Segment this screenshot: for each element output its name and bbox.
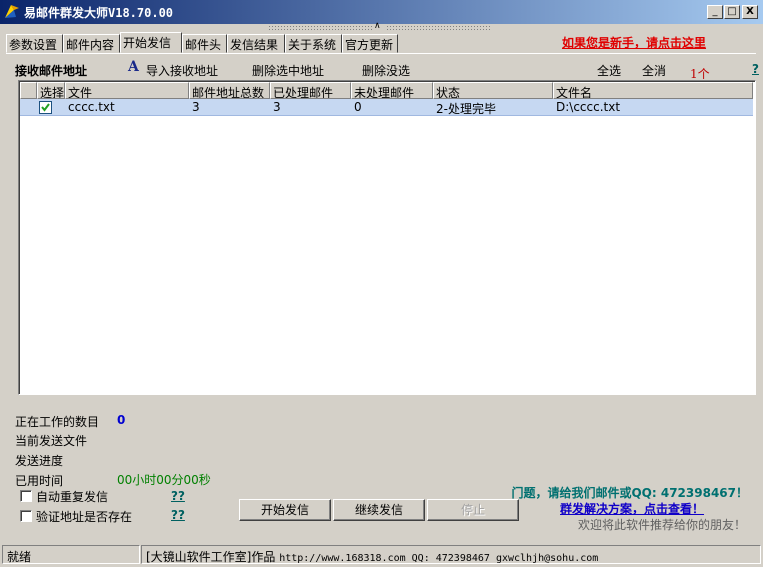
column-header-total[interactable]: 邮件地址总数 — [189, 82, 270, 99]
cell-status: 2-处理完毕 — [436, 102, 496, 116]
stop-button[interactable]: 停止 — [427, 499, 519, 521]
start-send-button[interactable]: 开始发信 — [239, 499, 331, 521]
contact-marquee: 门题，请给我们邮件或QQ: 472398467！ — [511, 486, 748, 500]
minimize-button[interactable]: _ — [707, 5, 723, 19]
verify-address-help-link[interactable]: ?? — [171, 508, 185, 522]
window-title: 易邮件群发大师V18.70.00 — [24, 6, 174, 20]
table-row[interactable] — [20, 99, 753, 116]
progress-label: 发送进度 — [15, 454, 64, 468]
select-all-button[interactable]: 全选 — [597, 62, 621, 79]
tab-divider — [6, 53, 756, 54]
import-icon[interactable]: A — [128, 59, 139, 75]
column-header-status[interactable]: 状态 — [433, 82, 553, 99]
continue-send-button[interactable]: 继续发信 — [333, 499, 425, 521]
cell-processed: 3 — [273, 100, 281, 114]
studio-credit: [大镜山软件工作室]作品 — [146, 550, 276, 564]
tab-mail-content[interactable]: 邮件内容 — [63, 34, 120, 53]
working-count-label: 正在工作的数目 — [15, 415, 100, 429]
recommend-text: 欢迎将此软件推荐给你的朋友！ — [578, 518, 747, 532]
delete-selected-button[interactable]: 删除选中地址 — [252, 62, 324, 79]
tab-about[interactable]: 关于系统 — [285, 34, 342, 53]
auto-repeat-help-link[interactable]: ?? — [171, 489, 185, 503]
tab-send-result[interactable]: 发信结果 — [227, 34, 285, 53]
tab-start-send[interactable]: 开始发信 — [120, 32, 182, 53]
maximize-button[interactable]: □ — [724, 5, 740, 19]
cell-filename: D:\cccc.txt — [556, 100, 621, 114]
close-button[interactable]: X — [742, 5, 758, 19]
newbie-help-link[interactable]: 如果您是新手，请点击这里 — [562, 34, 706, 51]
status-author-info: [大镜山软件工作室]作品 http://www.168318.com QQ: 4… — [141, 545, 761, 564]
status-bar: 就绪 [大镜山软件工作室]作品 http://www.168318.com QQ… — [0, 542, 763, 567]
column-header-filename[interactable]: 文件名 — [553, 82, 753, 99]
auto-repeat-label: 自动重复发信 — [36, 490, 109, 504]
splitter-grip[interactable]: ∧ — [268, 21, 490, 32]
elapsed-time-label: 已用时间 — [15, 474, 64, 488]
verify-address-checkbox[interactable] — [20, 510, 32, 522]
cell-file: cccc.txt — [68, 100, 115, 114]
column-header-unprocessed[interactable]: 未处理邮件 — [351, 82, 433, 99]
row-checkbox[interactable] — [39, 101, 52, 114]
cell-unprocessed: 0 — [354, 100, 362, 114]
recipient-files-table[interactable]: 选择 文件 邮件地址总数 已处理邮件 未处理邮件 状态 文件名 cccc.txt… — [18, 80, 756, 395]
status-ready: 就绪 — [2, 545, 140, 564]
row-header-corner — [20, 82, 37, 99]
auto-repeat-checkbox[interactable] — [20, 490, 32, 502]
working-count-value: 0 — [117, 413, 126, 427]
current-file-label: 当前发送文件 — [15, 434, 88, 448]
column-header-processed[interactable]: 已处理邮件 — [270, 82, 351, 99]
app-icon — [5, 5, 19, 18]
tab-official-update[interactable]: 官方更新 — [342, 34, 398, 53]
solutions-link[interactable]: 群发解决方案，点击查看！ — [560, 500, 704, 517]
cell-total: 3 — [192, 100, 200, 114]
tab-mail-header[interactable]: 邮件头 — [182, 34, 227, 53]
contact-info: http://www.168318.com QQ: 472398467 gxwc… — [279, 553, 599, 564]
help-icon[interactable]: ? — [752, 62, 759, 76]
import-addresses-button[interactable]: 导入接收地址 — [146, 62, 218, 79]
chevron-up-icon[interactable]: ∧ — [374, 21, 381, 31]
column-header-select[interactable]: 选择 — [37, 82, 65, 99]
recipients-section-label: 接收邮件地址 — [15, 64, 88, 78]
elapsed-time-value: 00小时00分00秒 — [117, 473, 211, 487]
deselect-all-button[interactable]: 全消 — [642, 62, 666, 79]
tab-params[interactable]: 参数设置 — [6, 34, 63, 53]
verify-address-label: 验证地址是否存在 — [36, 510, 133, 524]
title-bar: 易邮件群发大师V18.70.00 _ □ X — [0, 0, 763, 24]
delete-unselected-button[interactable]: 删除没选 — [362, 62, 410, 79]
checkmark-icon — [41, 103, 50, 112]
column-header-file[interactable]: 文件 — [65, 82, 189, 99]
